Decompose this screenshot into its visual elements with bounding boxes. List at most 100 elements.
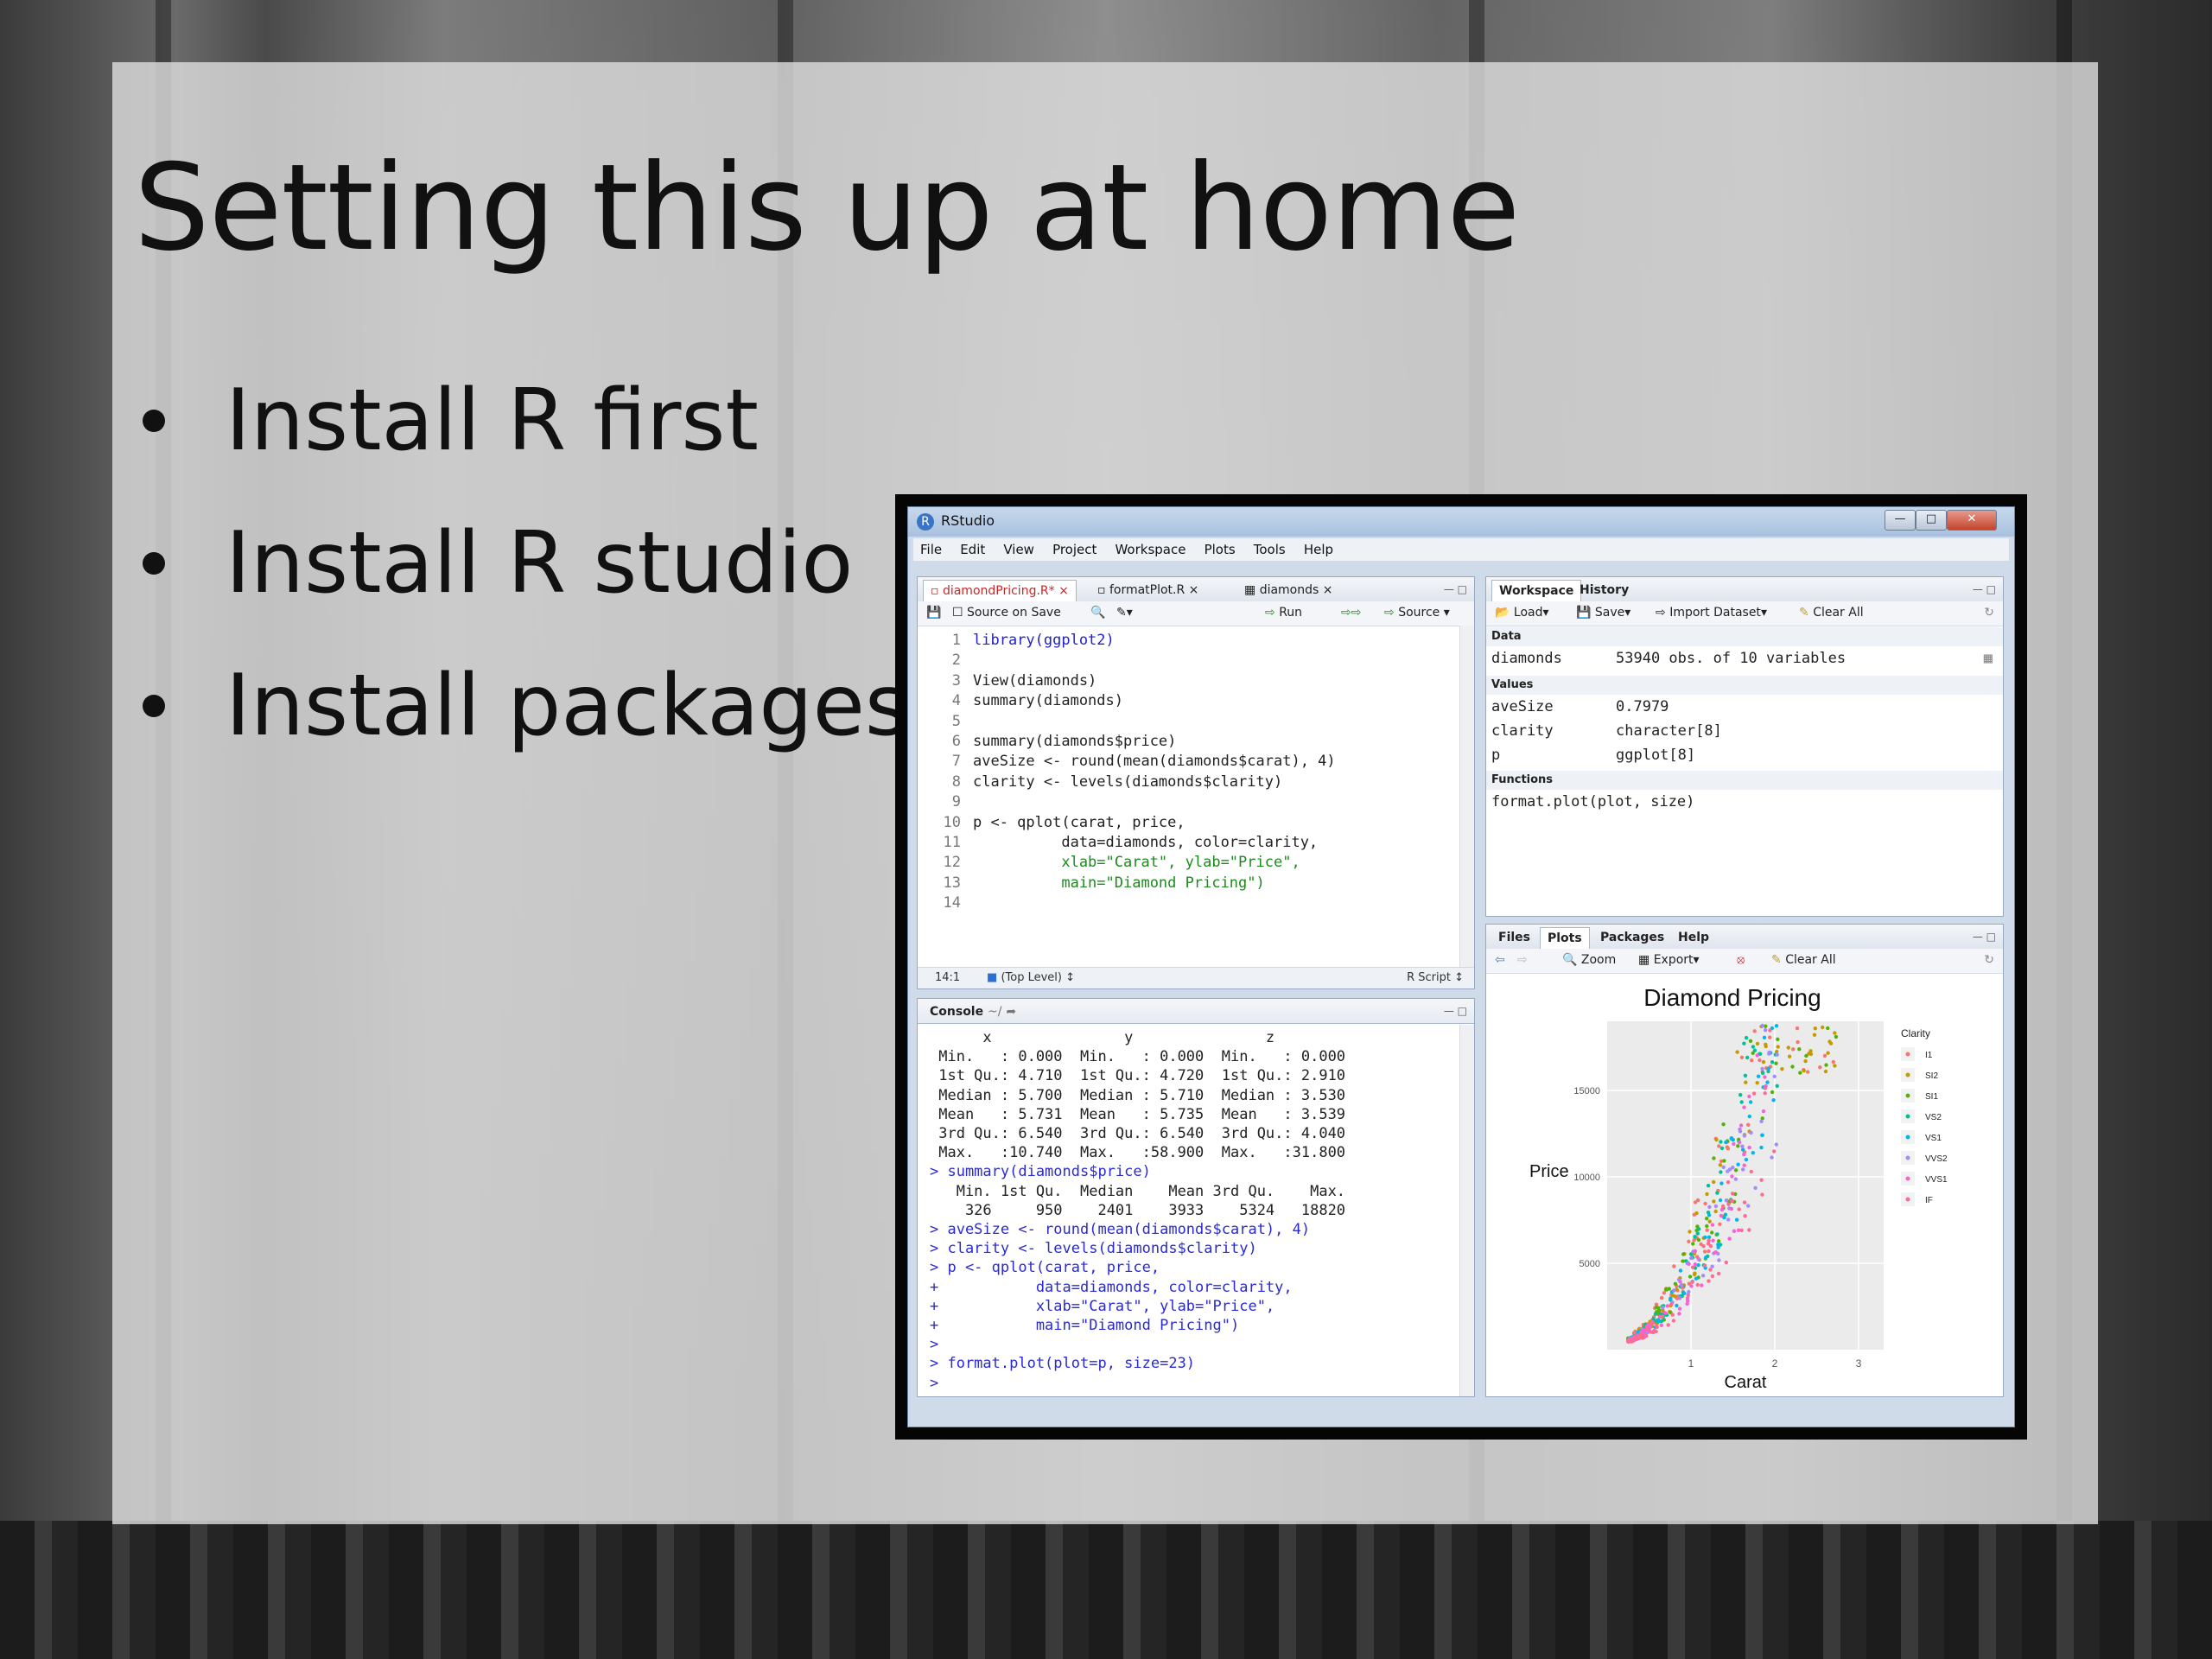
plots-pane: Files Plots Packages Help — □ ⇦ ⇨ 🔍 Zoom… — [1485, 924, 2004, 1397]
chart-title: Diamond Pricing — [1643, 984, 1821, 1011]
scatter-point — [1742, 1152, 1746, 1157]
menu-workspace[interactable]: Workspace — [1108, 538, 1192, 557]
forward-arrow-icon[interactable]: ⇨ — [1517, 953, 1528, 967]
scatter-point — [1703, 1255, 1708, 1260]
scatter-point — [1715, 1191, 1719, 1195]
close-button[interactable]: ✕ — [1947, 510, 1997, 531]
scatter-point — [1771, 1098, 1776, 1103]
filetype-selector[interactable]: R Script ↕ — [1407, 971, 1464, 984]
scatter-point — [1742, 1041, 1746, 1046]
menu-project[interactable]: Project — [1046, 538, 1103, 557]
import-dataset-button[interactable]: ⇨ Import Dataset▾ — [1656, 606, 1767, 620]
console-scrollbar[interactable] — [1459, 1025, 1474, 1396]
menu-plots[interactable]: Plots — [1198, 538, 1243, 557]
scatter-point — [1710, 1223, 1715, 1227]
code-editor[interactable]: library(ggplot2)​View(diamonds)summary(d… — [973, 631, 1336, 914]
pane-minmax-icon[interactable]: — □ — [1973, 583, 1996, 595]
scatter-point — [1722, 1159, 1726, 1163]
scatter-point — [1654, 1324, 1658, 1328]
scatter-point — [1705, 1228, 1709, 1232]
legend-title: Clarity — [1901, 1027, 1930, 1039]
zoom-button[interactable]: 🔍 Zoom — [1562, 953, 1616, 967]
table-view-icon[interactable]: ▦ — [1984, 650, 1993, 667]
tab-workspace[interactable]: Workspace — [1491, 580, 1582, 602]
console-output[interactable]: x y z Min. : 0.000 Min. : 0.000 Min. : 0… — [930, 1028, 1345, 1393]
scatter-point — [1743, 1073, 1748, 1077]
run-button[interactable]: ⇨ Run — [1265, 606, 1302, 620]
pane-minmax-icon[interactable]: — □ — [1973, 931, 1996, 943]
scatter-point — [1694, 1211, 1699, 1216]
scatter-point — [1681, 1291, 1687, 1295]
clear-all-button[interactable]: ✎ Clear All — [1799, 606, 1864, 620]
scatter-point — [1669, 1302, 1674, 1306]
console-line: > — [930, 1336, 948, 1354]
scatter-point — [1765, 1080, 1770, 1084]
tab-formatplot[interactable]: ▫ formatPlot.R × — [1090, 580, 1205, 601]
scatter-point — [1824, 1063, 1828, 1067]
menu-tools[interactable]: Tools — [1247, 538, 1293, 557]
scatter-point — [1675, 1296, 1680, 1300]
refresh-icon[interactable]: ↻ — [1984, 606, 1994, 620]
refresh-icon[interactable]: ↻ — [1984, 953, 1994, 967]
console-title: Console ~/ ➦ — [930, 1005, 1017, 1019]
window-titlebar[interactable]: R RStudio — □ ✕ — [908, 507, 2014, 537]
tab-packages[interactable]: Packages — [1593, 927, 1671, 949]
scatter-point — [1741, 1167, 1745, 1172]
scatter-point — [1716, 1239, 1721, 1243]
code-line: p <- qplot(carat, price, — [973, 813, 1185, 831]
scatter-point — [1738, 1129, 1743, 1134]
pane-minmax-icon[interactable]: — □ — [1444, 583, 1467, 595]
scatter-point — [1653, 1312, 1658, 1316]
workspace-pane: Workspace History — □ 📂 Load▾ 💾 Save▾ ⇨ … — [1485, 576, 2004, 917]
source-button[interactable]: ⇨ Source ▾ — [1384, 606, 1450, 620]
code-line: ​ — [973, 651, 1336, 671]
scatter-point — [1667, 1287, 1671, 1291]
back-arrow-icon[interactable]: ⇦ — [1495, 953, 1505, 967]
maximize-button[interactable]: □ — [1916, 510, 1947, 531]
tab-plots[interactable]: Plots — [1540, 927, 1590, 950]
minimize-button[interactable]: — — [1885, 510, 1916, 531]
scatter-point — [1708, 1268, 1713, 1272]
tab-history[interactable]: History — [1573, 580, 1636, 601]
menu-view[interactable]: View — [996, 538, 1041, 557]
scatter-point — [1651, 1320, 1656, 1325]
bullet-item: Install R first — [134, 372, 759, 470]
scatter-point — [1756, 1074, 1761, 1078]
scatter-point — [1715, 1232, 1719, 1236]
tab-diamondpricing[interactable]: ▫ diamondPricing.R* × — [923, 580, 1077, 602]
menu-file[interactable]: File — [913, 538, 949, 557]
scatter-point — [1737, 1207, 1741, 1211]
load-button[interactable]: 📂 Load▾ — [1495, 606, 1549, 620]
menu-edit[interactable]: Edit — [953, 538, 992, 557]
scatter-point — [1742, 1163, 1746, 1167]
clear-all-plots-button[interactable]: ✎ Clear All — [1771, 953, 1836, 967]
editor-scrollbar[interactable] — [1459, 626, 1474, 968]
scope-selector[interactable]: ■ (Top Level) ↕ — [987, 971, 1075, 984]
scatter-point — [1717, 1144, 1721, 1148]
export-button[interactable]: ▦ Export▾ — [1638, 953, 1700, 967]
scatter-point — [1744, 1080, 1748, 1084]
tab-help[interactable]: Help — [1671, 927, 1716, 949]
source-on-save-checkbox[interactable]: ☐ Source on Save — [952, 606, 1061, 620]
scatter-point — [1786, 1046, 1790, 1050]
save-button[interactable]: 💾 Save▾ — [1576, 606, 1630, 620]
scatter-point — [1666, 1323, 1670, 1327]
scatter-point — [1726, 1169, 1730, 1173]
tab-files[interactable]: Files — [1491, 927, 1537, 949]
scatter-point — [1738, 1123, 1744, 1128]
search-icon[interactable]: 🔍 — [1090, 606, 1105, 620]
scatter-point — [1703, 1235, 1707, 1240]
line-numbers: 1 2 3 4 5 6 7 8 9 10 11 12 13 14 — [943, 632, 961, 912]
scatter-point — [1730, 1192, 1735, 1196]
scatter-point — [1746, 1204, 1751, 1208]
pane-minmax-icon[interactable]: — □ — [1444, 1005, 1467, 1017]
rerun-icon[interactable]: ⇨⇨ — [1341, 606, 1361, 620]
wand-icon[interactable]: ✎▾ — [1116, 606, 1133, 620]
scatter-point — [1831, 1059, 1835, 1065]
console-line: + data=diamonds, color=clarity, — [930, 1278, 1293, 1296]
menu-help[interactable]: Help — [1297, 538, 1340, 557]
slide-title: Setting this up at home — [134, 138, 1520, 277]
tab-diamonds[interactable]: ▦ diamonds × — [1237, 580, 1340, 601]
remove-plot-icon[interactable]: ⦻ — [1737, 953, 1745, 967]
save-icon[interactable]: 💾 — [926, 606, 941, 620]
